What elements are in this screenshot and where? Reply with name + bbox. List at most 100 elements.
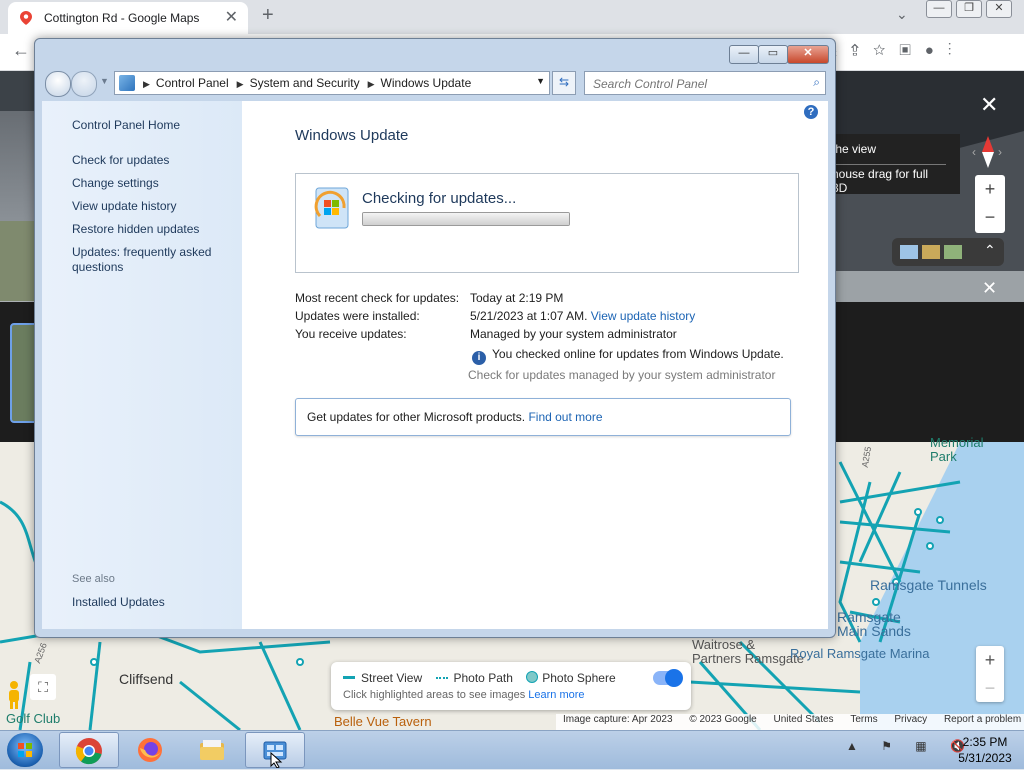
map-label-belle-vue: Belle Vue Tavern <box>334 714 432 729</box>
receive-label: You receive updates: <box>295 327 407 341</box>
taskbar-chrome[interactable] <box>59 732 119 768</box>
sv-zoom-out-button[interactable]: − <box>975 203 1005 231</box>
legend-street-view: Street View <box>361 671 423 685</box>
recent-pages-chevron-icon[interactable]: ▼ <box>100 76 109 86</box>
cp-navigation-bar: ▼ ▶ Control Panel ▶ System and Security ▶ Win… <box>43 70 827 97</box>
toolbar-icons[interactable]: ⤓⇪☆▣●⋮ <box>830 42 966 59</box>
sidebar-change-settings[interactable]: Change settings <box>72 176 159 191</box>
recent-check-value: Today at 2:19 PM <box>470 291 564 305</box>
browser-back-icon[interactable]: ← <box>12 40 30 61</box>
update-status-panel: Checking for updates... <box>295 173 799 273</box>
map-label-royal-marina: Royal Ramsgate Marina <box>790 646 930 661</box>
compass-icon[interactable]: ‹ › <box>970 134 1006 170</box>
imagery-thumbnails[interactable]: ⌃ <box>892 238 1004 266</box>
cp-back-button[interactable] <box>45 71 71 97</box>
breadcrumb-control-panel[interactable]: Control Panel <box>156 76 229 90</box>
sidebar-restore-hidden-updates[interactable]: Restore hidden updates <box>72 222 199 237</box>
street-view-layer-toggle[interactable] <box>653 669 683 687</box>
breadcrumb-windows-update[interactable]: Windows Update <box>381 76 472 90</box>
breadcrumb-system-security[interactable]: System and Security <box>250 76 360 90</box>
mouse-cursor-icon <box>270 752 283 768</box>
windows-update-logo-icon <box>314 187 349 229</box>
sidebar-control-panel-home[interactable]: Control Panel Home <box>72 118 180 133</box>
pegman-icon[interactable] <box>4 680 24 710</box>
find-out-more-link[interactable]: Find out more <box>528 410 602 424</box>
chrome-icon <box>75 738 102 765</box>
cp-sidebar: Control Panel Home Check for updates Cha… <box>42 101 242 629</box>
chrome-minimize-button[interactable]: — <box>926 0 952 18</box>
street-view-line-icon <box>343 676 355 679</box>
receive-value: Managed by your system administrator <box>470 327 677 341</box>
street-view-hint-card: the view house drag for full 3D <box>820 134 960 195</box>
attrib-privacy[interactable]: Privacy <box>894 714 927 725</box>
attrib-terms[interactable]: Terms <box>850 714 877 725</box>
taskbar-clock[interactable]: 2:35 PM 5/31/2023 <box>950 734 1020 766</box>
new-tab-button[interactable]: + <box>262 4 274 27</box>
start-button[interactable] <box>7 733 43 767</box>
map-zoom-control: + − <box>976 646 1004 702</box>
see-also-heading: See also <box>72 573 115 585</box>
attrib-report[interactable]: Report a problem <box>944 714 1021 725</box>
update-status-text: Checking for updates... <box>362 190 517 207</box>
chrome-window-controls: — ❐ ✕ <box>926 0 1018 18</box>
chrome-tab-google-maps[interactable]: Cottington Rd - Google Maps ✕ <box>8 2 248 34</box>
sv-zoom-in-button[interactable]: + <box>975 175 1005 203</box>
sidebar-updates-faq[interactable]: Updates: frequently asked questions <box>72 245 222 275</box>
map-label-cliffsend: Cliffsend <box>119 671 174 687</box>
tab-title: Cottington Rd - Google Maps <box>44 11 200 25</box>
control-panel-window: — ▭ ✕ ▼ ▶ Control Panel ▶ System and Security… <box>34 38 836 638</box>
map-attribution: Image capture: Apr 2023 © 2023 Google Un… <box>556 714 1024 730</box>
google-maps-favicon-icon <box>20 11 32 25</box>
address-dropdown-icon[interactable]: ▼ <box>536 76 545 86</box>
managed-check-link[interactable]: Check for updates managed by your system… <box>468 368 775 382</box>
taskbar-explorer[interactable] <box>183 732 241 766</box>
installed-label: Updates were installed: <box>295 309 420 323</box>
address-bar[interactable]: ▶ Control Panel ▶ System and Security ▶ Windo… <box>114 71 550 95</box>
refresh-icon[interactable]: ⇆ <box>552 71 576 95</box>
attrib-image-capture: Image capture: Apr 2023 <box>563 714 673 725</box>
online-check-note: You checked online for updates from Wind… <box>492 347 784 361</box>
folder-icon <box>200 740 224 760</box>
sidebar-installed-updates[interactable]: Installed Updates <box>72 595 165 610</box>
sidebar-check-for-updates[interactable]: Check for updates <box>72 153 169 168</box>
chrome-restore-button[interactable]: ❐ <box>956 0 982 18</box>
help-icon[interactable]: ? <box>804 105 818 119</box>
search-icon[interactable]: ⌕ <box>813 75 820 90</box>
control-panel-icon <box>119 75 135 91</box>
expand-chevron-icon[interactable]: ⌃ <box>984 242 996 259</box>
thumb-3[interactable] <box>944 245 962 259</box>
map-label-ramsgate-main-sands: Ramsgate Main Sands <box>837 609 911 639</box>
filmstrip-close-icon[interactable]: ✕ <box>982 278 997 299</box>
other-products-banner: Get updates for other Microsoft products… <box>295 398 791 436</box>
other-products-text: Get updates for other Microsoft products… <box>307 410 526 424</box>
legend-hint: Click highlighted areas to see images <box>343 689 526 701</box>
map-zoom-in-button[interactable]: + <box>976 646 1004 674</box>
cp-forward-button[interactable] <box>71 71 97 97</box>
thumb-2[interactable] <box>922 245 940 259</box>
legend-learn-more-link[interactable]: Learn more <box>528 689 584 701</box>
map-zoom-out-button[interactable]: − <box>976 674 1004 702</box>
street-view-legend: Street View Photo Path Photo Sphere Clic… <box>331 662 691 710</box>
cp-close-button[interactable]: ✕ <box>787 45 829 64</box>
breadcrumb: ▶ Control Panel ▶ System and Security ▶ Windo… <box>143 76 472 90</box>
recent-check-label: Most recent check for updates: <box>295 291 460 305</box>
legend-photo-sphere: Photo Sphere <box>542 671 616 685</box>
cp-maximize-button[interactable]: ▭ <box>758 45 788 64</box>
cp-minimize-button[interactable]: — <box>729 45 759 64</box>
sidebar-view-update-history[interactable]: View update history <box>72 199 177 214</box>
search-input[interactable] <box>591 74 801 94</box>
street-view-close-icon[interactable]: ✕ <box>980 92 998 118</box>
attrib-region[interactable]: United States <box>774 714 834 725</box>
cp-titlebar[interactable]: — ▭ ✕ <box>35 39 835 67</box>
tab-search-chevron-icon[interactable]: ⌄ <box>896 6 908 23</box>
thumb-1[interactable] <box>900 245 918 259</box>
view-update-history-link[interactable]: View update history <box>591 309 696 323</box>
map-label-ramsgate-tunnels: Ramsgate Tunnels <box>870 577 987 593</box>
windows-logo-icon <box>18 743 32 757</box>
tab-close-icon[interactable]: ✕ <box>225 7 238 27</box>
chrome-close-button[interactable]: ✕ <box>986 0 1012 18</box>
taskbar-firefox[interactable] <box>121 732 179 766</box>
svg-text:‹: ‹ <box>972 145 976 159</box>
fullscreen-icon[interactable]: ⛶ <box>30 674 56 700</box>
clock-date: 5/31/2023 <box>958 751 1012 765</box>
